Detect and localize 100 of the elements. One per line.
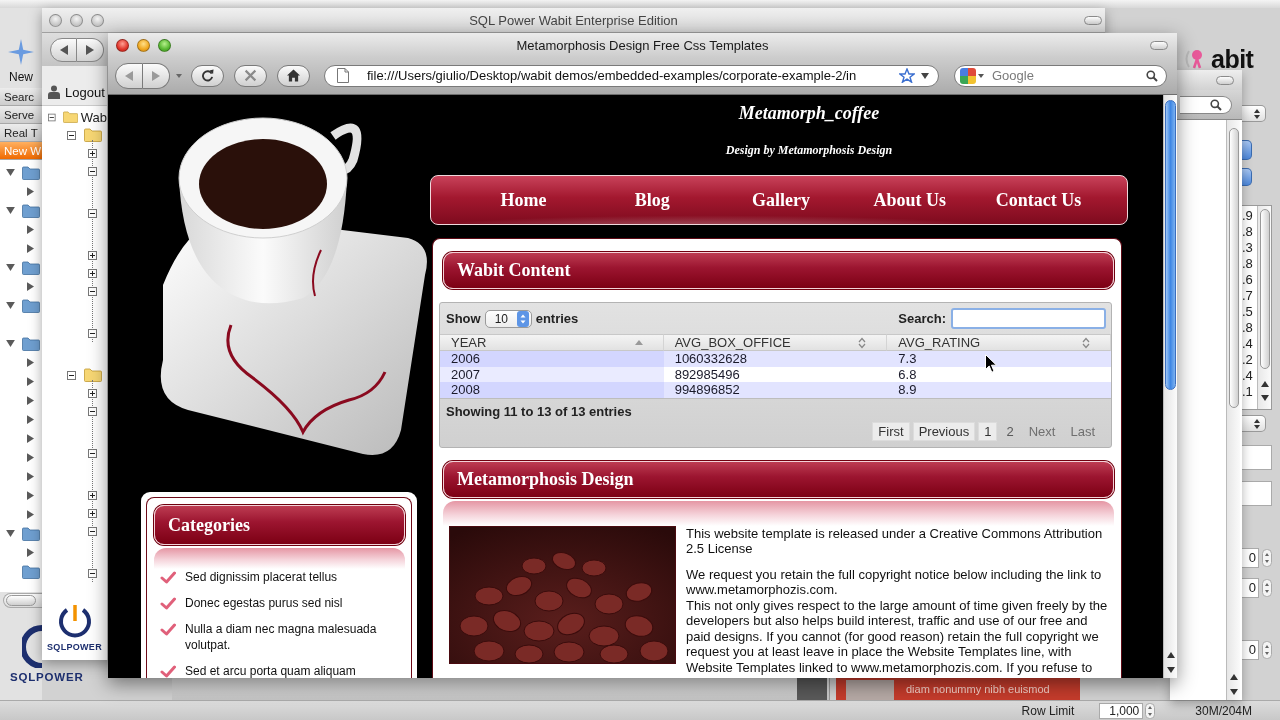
category-link[interactable]: Donec egestas purus sed nisl: [185, 595, 404, 611]
triangle-right-icon[interactable]: [27, 187, 34, 196]
plus-box-icon[interactable]: [88, 268, 97, 278]
star-icon[interactable]: [899, 68, 915, 83]
pagination-button[interactable]: 2: [1000, 421, 1020, 441]
list-item[interactable]: .8: [1242, 224, 1255, 240]
new-button[interactable]: New: [8, 39, 34, 84]
toolbar-toggle-button[interactable]: [1150, 40, 1168, 50]
scroll-down-icon[interactable]: [1260, 395, 1269, 401]
triangle-right-icon[interactable]: [27, 244, 34, 253]
text-field[interactable]: [1242, 445, 1272, 470]
triangle-right-icon[interactable]: [27, 396, 34, 405]
nav-link[interactable]: Contact Us: [974, 189, 1103, 211]
sidebar-tab[interactable]: Serve: [0, 106, 42, 124]
combo-box[interactable]: [1242, 415, 1266, 432]
caret-icon[interactable]: [921, 72, 929, 79]
minus-box-icon[interactable]: [88, 208, 97, 218]
sidebar-tab[interactable]: Real T: [0, 124, 42, 142]
list-item[interactable]: .7: [1242, 288, 1255, 304]
back-button[interactable]: [115, 62, 143, 89]
triangle-right-icon[interactable]: [27, 282, 34, 291]
text-field[interactable]: [1242, 481, 1272, 506]
url-field[interactable]: file:///Users/giulio/Desktop/wabit demos/embedded-examples/corporate-example-2/in: [324, 64, 939, 87]
back-button[interactable]: [50, 37, 77, 62]
triangle-down-icon[interactable]: [5, 169, 15, 176]
zoom-button[interactable]: [158, 38, 171, 52]
search-field[interactable]: Google: [954, 64, 1167, 87]
toolbar-toggle-button[interactable]: [1216, 75, 1234, 85]
spinner-field[interactable]: 0: [1242, 578, 1259, 598]
minus-box-icon[interactable]: [67, 130, 76, 140]
plus-box-icon[interactable]: [88, 388, 97, 398]
triangle-down-icon[interactable]: [5, 264, 15, 271]
stepper-icon[interactable]: [1262, 579, 1272, 597]
triangle-right-icon[interactable]: [27, 548, 34, 557]
list-item[interactable]: .6: [1242, 272, 1255, 288]
scroll-up-icon[interactable]: [1260, 381, 1269, 387]
triangle-right-icon[interactable]: [27, 377, 34, 386]
nav-link[interactable]: Blog: [587, 189, 717, 211]
plus-box-icon[interactable]: [88, 508, 97, 518]
stop-button[interactable]: [234, 64, 267, 87]
combo-box[interactable]: [1242, 105, 1266, 122]
category-link[interactable]: Nulla a diam nec magna malesuada volutpat.: [185, 621, 404, 653]
home-button[interactable]: [277, 64, 310, 87]
forward-button[interactable]: [77, 37, 104, 62]
scroll-up-icon[interactable]: [1166, 652, 1175, 658]
triangle-right-icon[interactable]: [27, 453, 34, 462]
stepper-icon[interactable]: [1145, 702, 1156, 719]
caret-icon[interactable]: [978, 73, 984, 78]
minus-box-icon[interactable]: [88, 166, 97, 176]
list-item[interactable]: .2: [1242, 352, 1255, 368]
tree-item[interactable]: Wab: [80, 109, 107, 125]
list-item[interactable]: .5: [1242, 304, 1255, 320]
reload-button[interactable]: [191, 64, 224, 87]
triangle-down-icon[interactable]: [5, 530, 15, 537]
nav-link[interactable]: About Us: [845, 189, 975, 211]
search-icon[interactable]: [1146, 69, 1158, 82]
minus-box-icon[interactable]: [88, 526, 97, 536]
list-item[interactable]: .9: [1242, 208, 1255, 224]
spinner-field[interactable]: 0: [1242, 548, 1259, 568]
plus-box-icon[interactable]: [88, 148, 97, 158]
list-item[interactable]: .8: [1242, 256, 1255, 272]
scrollbar-thumb[interactable]: [6, 595, 36, 606]
minimize-button[interactable]: [70, 13, 83, 27]
zoom-button[interactable]: [91, 13, 104, 27]
triangle-down-icon[interactable]: [5, 207, 15, 214]
triangle-right-icon[interactable]: [27, 472, 34, 481]
triangle-right-icon[interactable]: [27, 415, 34, 424]
nav-link[interactable]: Gallery: [716, 189, 846, 211]
pagination-button[interactable]: First: [872, 421, 910, 441]
triangle-down-icon[interactable]: [5, 302, 15, 309]
nav-link[interactable]: Home: [459, 189, 588, 211]
close-button[interactable]: [116, 38, 129, 52]
triangle-right-icon[interactable]: [27, 225, 34, 234]
pagination-button[interactable]: 1: [978, 421, 998, 441]
sidebar-tab[interactable]: Searc: [0, 88, 42, 106]
triangle-right-icon[interactable]: [27, 491, 34, 500]
search-field[interactable]: [1180, 95, 1232, 114]
list-item[interactable]: .4: [1242, 368, 1255, 384]
scroll-down-icon[interactable]: [1229, 689, 1238, 695]
logout-button[interactable]: Logout: [42, 79, 107, 105]
list-item[interactable]: .4: [1242, 336, 1255, 352]
row-limit-field[interactable]: 1,000: [1099, 702, 1144, 719]
column-header[interactable]: YEAR: [440, 334, 664, 351]
minus-box-icon[interactable]: [67, 370, 76, 380]
scroll-down-icon[interactable]: [1166, 667, 1175, 673]
engine-tile-icon[interactable]: [960, 67, 976, 84]
spinner-field[interactable]: 0: [1242, 640, 1259, 660]
scroll-up-icon[interactable]: [1229, 674, 1238, 680]
pagination-button[interactable]: Previous: [912, 421, 976, 441]
plus-box-icon[interactable]: [88, 490, 97, 500]
search-field[interactable]: [951, 308, 1106, 329]
minus-box-icon[interactable]: [88, 328, 97, 338]
column-header[interactable]: AVG_BOX_OFFICE: [663, 334, 888, 351]
plus-box-icon[interactable]: [88, 250, 97, 260]
forward-button[interactable]: [143, 62, 170, 89]
category-link[interactable]: Sed et arcu porta quam aliquam: [185, 663, 404, 678]
category-link[interactable]: Sed dignissim placerat tellus: [185, 569, 404, 585]
list-item[interactable]: .1: [1242, 384, 1255, 400]
list-item[interactable]: .8: [1242, 320, 1255, 336]
scrollbar-thumb[interactable]: [1259, 209, 1270, 369]
